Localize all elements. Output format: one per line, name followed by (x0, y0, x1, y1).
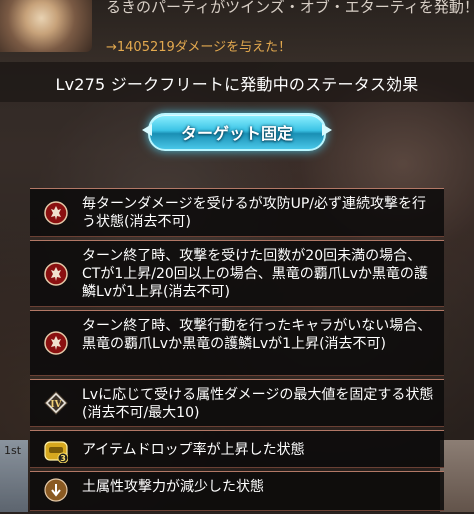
party-portrait-label: 1st (4, 444, 22, 457)
status-effect-list: 毎ターンダメージを受けるが攻防UP/必ず連続攻撃を行う状態(消去不可) ターン終… (30, 188, 444, 514)
dragon-crest-icon (44, 262, 68, 286)
status-item[interactable]: IV Lvに応じて受ける属性ダメージの最大値を固定する状態(消去不可/最大10) (30, 379, 444, 427)
damage-cap-iv-icon: IV (44, 391, 68, 415)
status-header-title: Lv275 ジークフリートに発動中のステータス効果 (55, 75, 419, 94)
party-portrait-right (440, 440, 474, 512)
target-lock-label: ターゲット固定 (180, 124, 293, 143)
target-lock-button[interactable]: ターゲット固定 (142, 113, 332, 151)
battle-notification: るきのパーティがツインズ・オブ・エターティを発動！ →1405219ダメージを与… (0, 0, 474, 62)
status-badge: IV (50, 400, 62, 410)
status-description: 土属性攻撃力が減少した状態 (82, 479, 264, 495)
status-item[interactable]: ターン終了時、攻撃行動を行ったキャラがいない場合、黒竜の覇爪Lvか黒竜の護鱗Lv… (30, 310, 444, 376)
status-item[interactable]: 土属性攻撃力が減少した状態 (30, 471, 444, 511)
status-description: 毎ターンダメージを受けるが攻防UP/必ず連続攻撃を行う状態(消去不可) (82, 196, 427, 230)
status-description: Lvに応じて受ける属性ダメージの最大値を固定する状態(消去不可/最大10) (82, 387, 434, 421)
dragon-crest-icon (44, 331, 68, 355)
status-item[interactable]: ターン終了時、攻撃を受けた回数が20回未満の場合、CTが1上昇/20回以上の場合… (30, 240, 444, 307)
status-badge: 3 (60, 454, 66, 463)
earth-attack-down-icon (44, 478, 68, 502)
status-description: ターン終了時、攻撃を受けた回数が20回未満の場合、CTが1上昇/20回以上の場合… (82, 248, 428, 300)
status-item[interactable]: 毎ターンダメージを受けるが攻防UP/必ず連続攻撃を行う状態(消去不可) (30, 188, 444, 237)
status-description: アイテムドロップ率が上昇した状態 (82, 442, 305, 458)
item-drop-up-icon: 3 (44, 439, 69, 464)
status-description: ターン終了時、攻撃行動を行ったキャラがいない場合、黒竜の覇爪Lvか黒竜の護鱗Lv… (82, 318, 432, 352)
notification-message: るきのパーティがツインズ・オブ・エターティを発動！ (106, 0, 474, 16)
notification-damage: →1405219ダメージを与えた！ (106, 40, 292, 55)
party-portrait-left: 1st (0, 440, 28, 512)
dragon-crest-icon (44, 201, 68, 225)
status-item[interactable]: 3 アイテムドロップ率が上昇した状態 (30, 430, 444, 468)
notification-avatar (0, 0, 92, 52)
